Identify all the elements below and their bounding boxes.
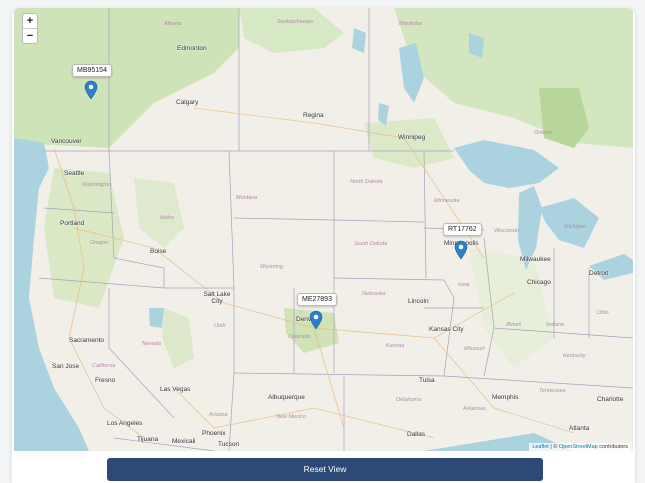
map-attribution: Leaflet | © OpenStreetMap contributors bbox=[529, 443, 631, 451]
region-label: Utah bbox=[214, 323, 226, 329]
map-footer: Reset View bbox=[12, 451, 635, 483]
region-label: Arkansas bbox=[463, 406, 486, 412]
city-label: Charlotte bbox=[597, 396, 624, 403]
city-label: Regina bbox=[303, 112, 324, 119]
reset-view-button[interactable]: Reset View bbox=[107, 458, 543, 481]
region-label: Idaho bbox=[160, 215, 174, 221]
city-label: Fresno bbox=[95, 377, 116, 384]
city-label: Detroit bbox=[589, 270, 609, 277]
city-label: Albuquerque bbox=[268, 394, 305, 401]
city-label: Las Vegas bbox=[160, 386, 191, 393]
city-label: Atlanta bbox=[569, 425, 590, 432]
map-marker[interactable] bbox=[309, 310, 323, 330]
map-marker[interactable] bbox=[84, 80, 98, 100]
region-label: North Dakota bbox=[350, 179, 383, 185]
region-label: Indiana bbox=[546, 322, 565, 328]
zoom-control: + − bbox=[22, 13, 38, 44]
map-pin-icon bbox=[454, 240, 468, 260]
region-label: Tennessee bbox=[539, 388, 566, 394]
city-label: Winnipeg bbox=[398, 134, 426, 141]
region-label: Iowa bbox=[458, 282, 470, 288]
region-label: Kansas bbox=[386, 343, 405, 349]
city-label: Tucson bbox=[218, 441, 240, 448]
region-label: California bbox=[92, 363, 116, 369]
attribution-separator: | © bbox=[548, 444, 559, 450]
region-label: Washington bbox=[82, 182, 111, 188]
city-label: Dallas bbox=[407, 431, 426, 438]
city-label: Chicago bbox=[527, 279, 551, 286]
city-label: Lincoln bbox=[408, 298, 429, 305]
map-view[interactable]: + − Edmonton Calgary Regina Winnipeg Van… bbox=[14, 8, 633, 451]
osm-link[interactable]: OpenStreetMap bbox=[559, 444, 598, 450]
region-label: Wyoming bbox=[260, 264, 283, 270]
region-label: Saskatchewan bbox=[277, 19, 313, 25]
region-label: Missouri bbox=[464, 346, 485, 352]
map-card: + − Edmonton Calgary Regina Winnipeg Van… bbox=[12, 8, 635, 483]
region-label: Illinois bbox=[506, 322, 522, 328]
region-label: Oregon bbox=[90, 240, 109, 246]
city-label: Tijuana bbox=[137, 436, 159, 443]
city-label: Phoenix bbox=[202, 430, 226, 437]
map-marker[interactable] bbox=[454, 240, 468, 260]
region-label: Montana bbox=[236, 195, 258, 201]
city-label: Milwaukee bbox=[520, 256, 551, 263]
city-label: Kansas City bbox=[429, 326, 464, 333]
city-label: San Jose bbox=[52, 363, 80, 370]
map-pin-icon bbox=[84, 80, 98, 100]
region-label: Wisconsin bbox=[494, 228, 520, 234]
region-label: New Mexico bbox=[276, 414, 306, 420]
city-label: Memphis bbox=[492, 394, 519, 401]
region-label: South Dakota bbox=[354, 241, 388, 247]
zoom-out-button[interactable]: − bbox=[23, 28, 37, 43]
region-label: Ontario bbox=[534, 130, 553, 136]
city-label: Vancouver bbox=[51, 138, 82, 145]
city-label: Tulsa bbox=[419, 377, 435, 384]
city-label: Salt Lake City bbox=[203, 291, 231, 305]
city-label: Portland bbox=[60, 220, 85, 227]
city-label: Seattle bbox=[64, 170, 85, 177]
region-label: Manitoba bbox=[399, 21, 422, 27]
leaflet-link[interactable]: Leaflet bbox=[532, 444, 549, 450]
map-pin-icon bbox=[309, 310, 323, 330]
region-label: Michigan bbox=[564, 224, 587, 230]
city-label: Mexicali bbox=[172, 438, 196, 445]
city-label: Sacramento bbox=[69, 337, 105, 344]
region-label: Colorado bbox=[288, 334, 311, 340]
city-label: Los Angeles bbox=[107, 420, 143, 427]
city-label: Edmonton bbox=[177, 45, 207, 52]
city-label: Calgary bbox=[176, 99, 199, 106]
region-label: Arizona bbox=[209, 412, 228, 418]
region-label: Oklahoma bbox=[396, 397, 422, 403]
city-label: Boise bbox=[150, 248, 167, 255]
region-label: Nebraska bbox=[362, 291, 386, 297]
attribution-suffix: contributors bbox=[597, 444, 628, 450]
marker-tooltip: RT17762 bbox=[443, 223, 482, 236]
region-label: Minnesota bbox=[434, 198, 460, 204]
zoom-in-button[interactable]: + bbox=[23, 14, 37, 28]
marker-tooltip: ME27893 bbox=[297, 293, 337, 306]
region-label: Ohio bbox=[597, 310, 609, 316]
region-label: Alberta bbox=[164, 21, 182, 27]
region-label: Nevada bbox=[142, 341, 161, 347]
marker-tooltip: MB95154 bbox=[72, 64, 112, 77]
region-label: Kentucky bbox=[563, 353, 586, 359]
